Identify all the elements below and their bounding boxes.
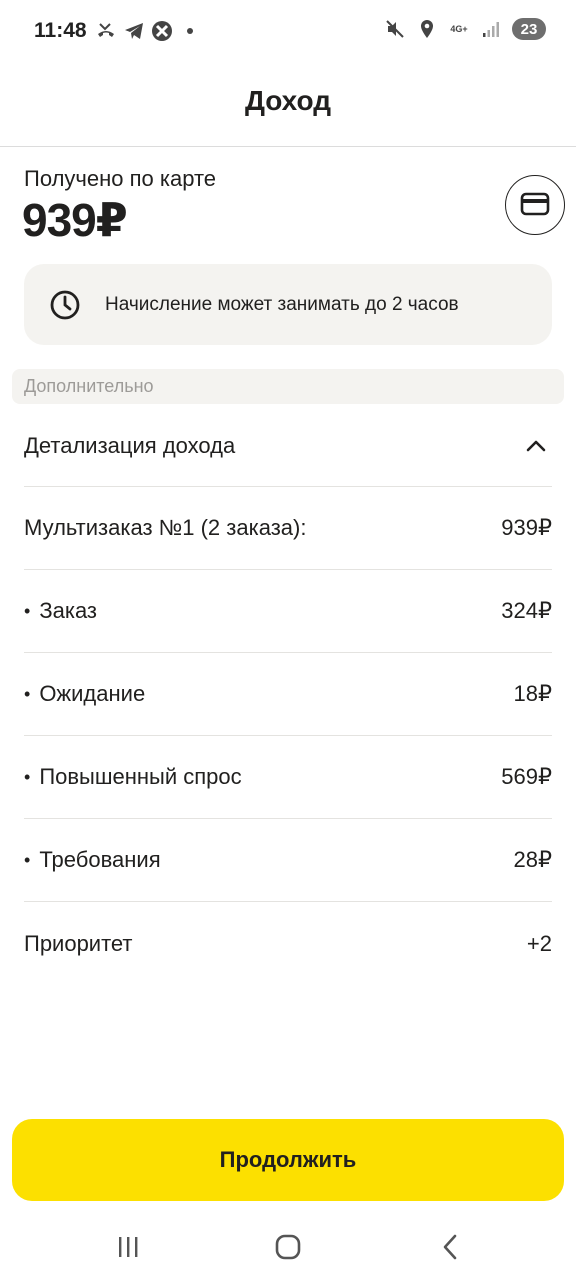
row-value: 18₽ [513, 681, 552, 706]
received-amount: 939₽ [22, 194, 128, 246]
row-value: 28₽ [513, 847, 552, 872]
row-value: 939₽ [501, 515, 552, 540]
detail-row-multiorder: Мультизаказ №1 (2 заказа): 939₽ [24, 487, 552, 570]
status-system-icons: 4G+ 23 [384, 18, 546, 40]
back-icon[interactable] [430, 1232, 470, 1262]
more-notifications-dot [187, 28, 193, 34]
row-value: 569₽ [501, 764, 552, 789]
app-notification-icon [151, 20, 173, 42]
continue-button[interactable]: Продолжить [12, 1119, 564, 1201]
bullet: • [24, 600, 31, 621]
telegram-icon [123, 20, 145, 42]
info-banner: Начисление может занимать до 2 часов [24, 264, 552, 345]
details-list: Мультизаказ №1 (2 заказа): 939₽ • Заказ 3… [24, 487, 552, 985]
signal-icon [480, 18, 502, 40]
battery-icon: 23 [512, 18, 546, 40]
row-label: Ожидание [39, 681, 146, 706]
mute-icon [384, 18, 406, 40]
status-notification-icons [95, 20, 193, 42]
detail-row-requirements: • Требования 28₽ [24, 819, 552, 902]
section-header: Дополнительно [12, 369, 564, 404]
location-icon [416, 18, 438, 40]
chevron-up-icon [524, 434, 548, 458]
missed-call-icon [95, 20, 117, 42]
card-button[interactable] [505, 175, 565, 235]
row-label: Заказ [39, 598, 98, 623]
details-title: Детализация дохода [24, 432, 236, 458]
system-nav-bar [0, 1212, 576, 1280]
details-toggle[interactable]: Детализация дохода [24, 405, 552, 487]
detail-row-waiting: • Ожидание 18₽ [24, 653, 552, 736]
row-label: Требования [39, 847, 161, 872]
page-header: Доход [0, 64, 576, 147]
bullet: • [24, 849, 31, 870]
detail-row-order: • Заказ 324₽ [24, 570, 552, 653]
detail-row-priority: Приоритет +2 [24, 902, 552, 985]
status-bar: 11:48 4G+ 23 [0, 0, 576, 64]
recent-apps-icon[interactable] [108, 1232, 148, 1262]
credit-card-icon [520, 192, 550, 219]
row-label: Повышенный спрос [39, 764, 242, 789]
row-label: Мультизаказ №1 (2 заказа): [24, 515, 307, 540]
info-text: Начисление может занимать до 2 часов [105, 293, 459, 315]
section-label: Дополнительно [24, 376, 154, 396]
received-label: Получено по карте [24, 166, 217, 191]
bullet: • [24, 683, 31, 704]
detail-row-surge: • Повышенный спрос 569₽ [24, 736, 552, 819]
row-label: Приоритет [24, 930, 133, 956]
continue-label: Продолжить [219, 1147, 357, 1172]
home-icon[interactable] [268, 1232, 308, 1262]
bullet: • [24, 766, 31, 787]
row-value: 324₽ [501, 598, 552, 623]
page-title: Доход [244, 85, 332, 116]
clock-icon [49, 289, 81, 321]
row-value: +2 [526, 930, 552, 956]
network-icon: 4G+ [450, 23, 468, 34]
status-time: 11:48 [34, 19, 87, 42]
